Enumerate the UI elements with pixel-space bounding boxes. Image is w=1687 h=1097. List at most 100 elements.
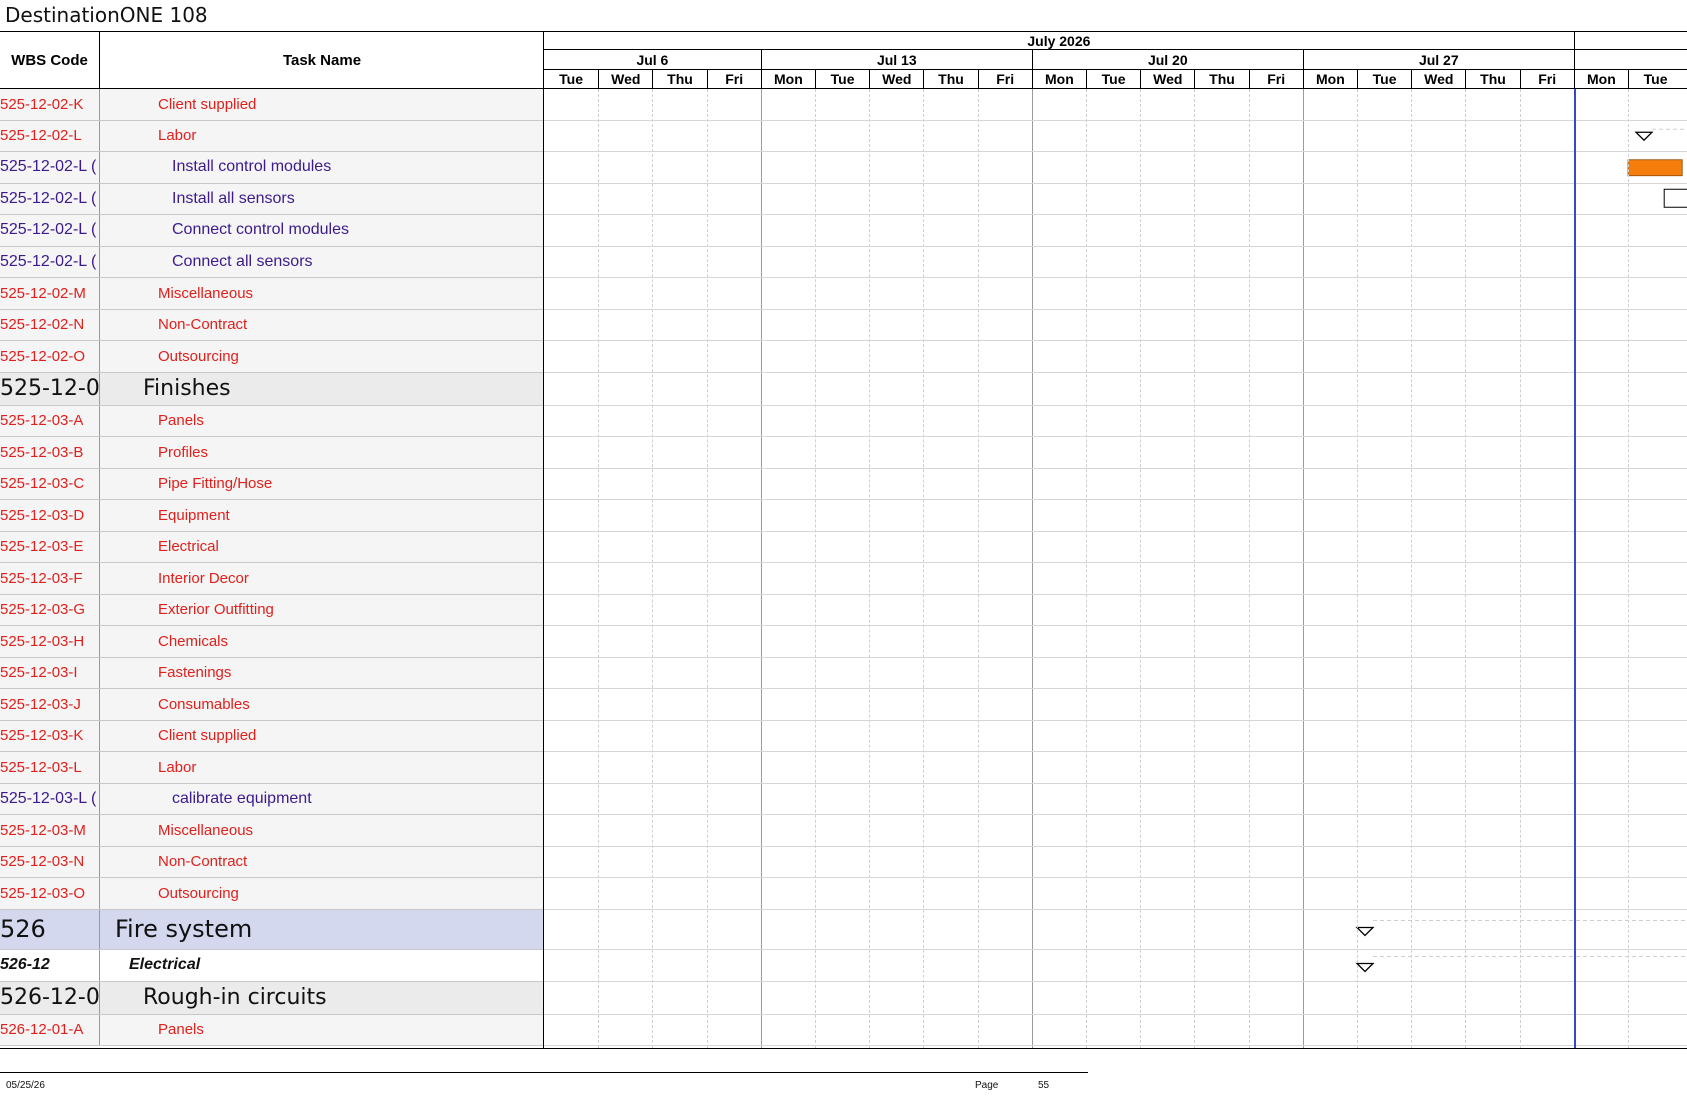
task-row[interactable]: 525-12-03-B Profiles [0,437,543,469]
task-name-cell: Exterior Outfitting [158,601,274,619]
wbs-code-cell: 525-12-02-K [0,89,100,120]
task-row[interactable]: 526-12 Electrical [0,949,543,982]
task-row[interactable]: 525-12-03-N Non-Contract [0,846,543,878]
task-row[interactable]: 526 Fire system [0,909,543,950]
task-row[interactable]: 525-12-03-G Exterior Outfitting [0,594,543,626]
task-row[interactable]: 525-12-03 Finishes [0,372,543,406]
task-row[interactable]: 525-12-02-K Client supplied [0,89,543,121]
gantt-grid[interactable] [544,89,1687,1048]
grid-day-line [1302,89,1304,1048]
task-name-cell: Electrical [158,538,219,556]
task-name-cell: Chemicals [158,632,229,650]
timescale-day: Tue [1357,70,1411,88]
timescale-day: Tue [1086,70,1140,88]
task-row[interactable]: 525-12-02-L (Connect all sensors [0,246,543,278]
task-row[interactable]: 525-12-03-L ( calibrate equipment [0,783,543,815]
task-list-pane: WBS Code Task Name 525-12-02-K Client sup… [0,32,544,1048]
grid-row-line [544,245,1687,247]
grid-row-line [544,182,1687,184]
grid-row-line [544,277,1687,278]
task-row[interactable]: 525-12-03-K Client supplied [0,720,543,752]
task-name-cell: Fastenings [158,664,232,682]
task-row[interactable]: 525-12-02-L (Install control modules [0,152,543,184]
task-row[interactable]: 525-12-03-H Chemicals [0,626,543,658]
task-row[interactable]: 525-12-02-L Labor [0,120,543,152]
timescale-week: Jul 20 [1031,50,1303,69]
task-row[interactable]: 526-12-01 Rough-in circuits [0,981,543,1015]
task-row[interactable]: 525-12-03-E Electrical [0,531,543,563]
task-row[interactable]: 525-12-03-M Miscellaneous [0,815,543,847]
grid-day-line [706,89,708,1048]
wbs-code-cell: 526-12-01 [0,981,100,1014]
grid-day-line [652,89,654,1048]
grid-row-line [544,782,1687,784]
timescale-day: Tue [815,70,869,88]
task-list-header: WBS Code Task Name [0,32,543,89]
grid-row-line [544,948,1687,950]
task-row[interactable]: 525-12-03-J Consumables [0,689,543,721]
task-row[interactable]: 525-12-03-I Fastenings [0,657,543,689]
grid-row-line [544,371,1687,373]
task-bar[interactable] [1627,159,1683,177]
summary-start-marker[interactable] [1634,131,1654,142]
task-row[interactable]: 525-12-03-A Panels [0,405,543,437]
wbs-code-cell: 525-12-03-D [0,500,100,531]
task-row[interactable]: 525-12-02-L (Install all sensors [0,183,543,215]
gantt-table: WBS Code Task Name 525-12-02-K Client sup… [0,31,1687,1049]
task-row[interactable]: 525-12-02-M Miscellaneous [0,278,543,310]
wbs-code-cell: 525-12-03-L ( [0,783,100,814]
summary-start-marker[interactable] [1355,962,1375,973]
wbs-code-cell: 525-12-03-E [0,531,100,562]
timescale-week-row: Jul 6 Jul 13 Jul 20 Jul 27 [544,50,1687,70]
wbs-code-cell: 525-12-03-L [0,752,100,783]
task-row[interactable]: 525-12-03-C Pipe Fitting/Hose [0,468,543,500]
grid-day-line [1519,89,1521,1048]
summary-start-marker[interactable] [1355,926,1375,937]
grid-day-line [598,89,600,1048]
task-name-cell: Fire system [115,915,253,943]
wbs-code-cell: 525-12-02-M [0,278,100,309]
wbs-code-cell: 525-12-03-F [0,563,100,594]
wbs-code-cell: 525-12-03-K [0,720,100,751]
task-row[interactable]: 525-12-02-N Non-Contract [0,309,543,341]
timescale-day-row: Tue Wed Thu Fri Mon Tue Wed Thu Fri Mon Tue Wed Thu F… [544,70,1687,89]
wbs-code-cell: 525-12-02-L ( [0,183,100,214]
grid-day-line [760,89,762,1048]
timescale-day: Fri [1248,70,1303,88]
task-name-cell: Profiles [158,443,209,461]
wbs-code-column-header[interactable]: WBS Code [0,32,100,88]
task-row[interactable]: 525-12-02-O Outsourcing [0,341,543,373]
timescale-day: Tue [559,71,584,87]
grid-row-line [544,1045,1687,1046]
grid-row-line [544,980,1687,982]
task-name-column-header[interactable]: Task Name [101,32,543,88]
wbs-code-cell: 525-12-03 [0,372,100,405]
task-bar-outline[interactable] [1663,188,1687,208]
task-row[interactable]: 525-12-02-L (Connect control modules [0,215,543,247]
task-row[interactable]: 526-12-01-A Panels [0,1014,543,1046]
grid-day-line [1357,89,1358,1048]
task-name-cell: Panels [158,412,204,430]
grid-row-line [544,214,1687,215]
task-name-cell: Connect control modules [172,221,349,239]
task-row[interactable]: 525-12-03-D Equipment [0,500,543,532]
task-row[interactable]: 525-12-03-F Interior Decor [0,563,543,595]
timescale-day: Thu [652,70,706,88]
grid-day-line [1465,89,1467,1048]
grid-day-line [1194,89,1196,1048]
grid-row-line [544,656,1687,658]
timescale-day: Wed [869,70,923,88]
grid-row-line [544,719,1687,721]
task-name-cell: Electrical [129,956,201,973]
timescale-day: Tue [1628,70,1682,88]
grid-row-line [544,625,1687,626]
task-name-cell: calibrate equipment [172,789,312,807]
task-row[interactable]: 525-12-03-L Labor [0,752,543,784]
wbs-code-cell: 525-12-03-I [0,657,100,688]
wbs-code-cell: 525-12-02-N [0,309,100,340]
task-row[interactable]: 525-12-03-O Outsourcing [0,878,543,910]
grid-row-line [544,562,1687,563]
task-name-cell: Consumables [158,695,250,713]
task-name-cell: Labor [158,758,197,776]
task-name-cell: Miscellaneous [158,821,254,839]
